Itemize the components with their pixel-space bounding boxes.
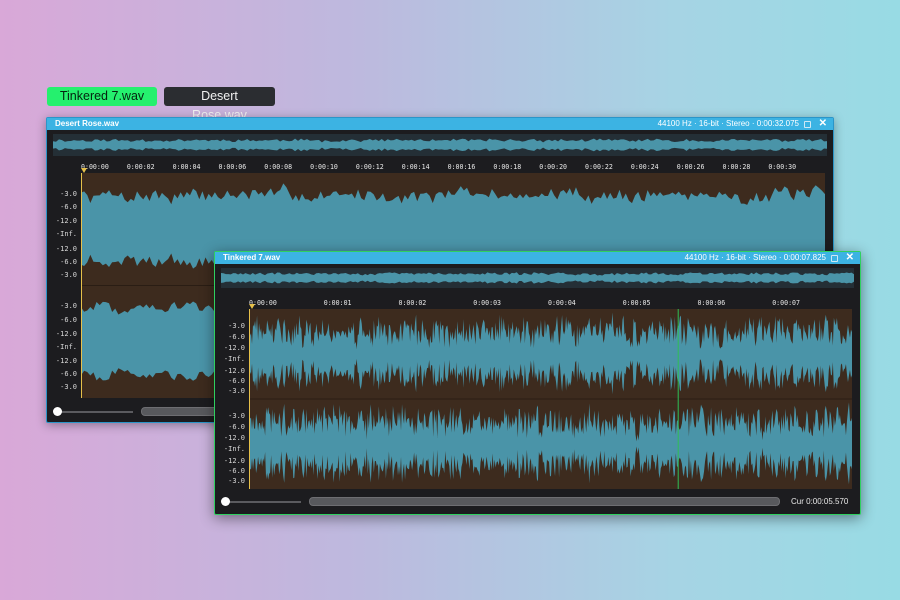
time-tick-label: 0:00:05 (622, 299, 651, 307)
time-tick-label: 0:00:10 (310, 163, 338, 171)
db-level-label: -3.0 (228, 322, 245, 331)
db-level-label: -3.0 (228, 412, 245, 421)
time-tick-label: 0:00:20 (539, 163, 568, 171)
editor-window-tinkered-7: Tinkered 7.wav 44100 Hz · 16-bit · Stere… (214, 251, 861, 515)
window-title: Desert Rose.wav (55, 119, 120, 128)
time-tick-label: 0:00:22 (585, 163, 613, 171)
time-ruler[interactable]: 0:00:00 0:00:01 0:00:02 0:00:03 0:00:04 0:00:… (249, 297, 852, 309)
db-level-label: -12.0 (55, 357, 77, 366)
overview-waveform[interactable] (221, 268, 854, 288)
time-tick-label: 0:00:04 (547, 299, 576, 307)
channel-waveform (249, 312, 852, 395)
horizontal-scrollbar[interactable] (309, 497, 780, 506)
db-level-label: -12.0 (55, 244, 77, 253)
close-icon[interactable]: ✕ (846, 252, 854, 264)
cursor-position: Cur 0:00:05.570 (791, 497, 849, 506)
window-title: Tinkered 7.wav (223, 253, 281, 262)
volume-knob-icon[interactable] (53, 407, 62, 416)
time-tick-label: 0:00:28 (722, 163, 751, 171)
db-level-label: -12.0 (55, 329, 77, 338)
db-level-label: -6.0 (60, 370, 77, 379)
db-level-label: -6.0 (60, 203, 77, 212)
lock-icon[interactable] (831, 255, 838, 262)
time-tick-label: 0:00:18 (493, 163, 522, 171)
db-level-label: -Inf. (223, 354, 245, 363)
db-level-label: -12.0 (55, 217, 77, 226)
time-tick-label: 0:00:03 (473, 299, 502, 307)
db-level-label: -6.0 (228, 423, 245, 432)
overview-waveform[interactable] (53, 134, 827, 156)
time-tick-label: 0:00:16 (447, 163, 476, 171)
time-tick-label: 0:00:02 (398, 299, 427, 307)
close-icon[interactable]: ✕ (819, 118, 827, 130)
waveform-view[interactable] (249, 309, 852, 489)
db-scale: -3.0 -6.0 -12.0 -Inf. -12.0 -6.0 -3.0 -3.0 -6.0-… (219, 309, 247, 489)
db-level-label: -3.0 (60, 270, 77, 279)
transport-bar: Cur 0:00:05.570 (215, 492, 860, 512)
db-level-label: -3.0 (228, 387, 245, 396)
time-ruler[interactable]: 0:00:00 0:00:02 0:00:04 0:00:06 0:00:08 0:00:… (81, 161, 825, 173)
window-title-bar[interactable]: Desert Rose.wav 44100 Hz · 16-bit · Ster… (47, 118, 833, 130)
db-level-label: -3.0 (60, 302, 77, 311)
lock-icon[interactable] (804, 121, 811, 128)
time-tick-label: 0:00:30 (768, 163, 797, 171)
db-level-label: -6.0 (60, 315, 77, 324)
db-level-label: -12.0 (223, 456, 245, 465)
db-level-label: -6.0 (228, 466, 245, 475)
time-tick-label: 0:00:01 (323, 299, 352, 307)
db-scale: -3.0 -6.0 -12.0 -Inf. -12.0 -6.0 -3.0 -3.0 -6.0 -… (51, 173, 79, 398)
db-level-label: -12.0 (223, 366, 245, 375)
overview-shape (53, 138, 827, 152)
db-level-label: -3.0 (60, 383, 77, 392)
time-tick-label: 0:00:14 (401, 163, 430, 171)
db-level-label: -12.0 (223, 344, 245, 353)
db-level-label: -6.0 (60, 257, 77, 266)
overview-shape (221, 272, 854, 284)
volume-slider-track[interactable] (225, 501, 301, 503)
time-tick-label: 0:00:07 (772, 299, 800, 307)
db-level-label: -3.0 (228, 477, 245, 486)
time-tick-label: 0:00:12 (355, 163, 384, 171)
time-tick-label: 0:00:08 (264, 163, 293, 171)
time-tick-label: 0:00:06 (697, 299, 726, 307)
db-level-label: -Inf. (55, 230, 77, 239)
file-info: 44100 Hz · 16-bit · Stereo · 0:00:07.825 (684, 253, 826, 262)
file-info: 44100 Hz · 16-bit · Stereo · 0:00:32.075 (657, 119, 799, 128)
channel-waveform (249, 402, 852, 485)
tab-desert-rose[interactable]: Desert Rose.wav (164, 87, 275, 122)
window-title-bar[interactable]: Tinkered 7.wav 44100 Hz · 16-bit · Stere… (215, 252, 860, 264)
volume-knob-icon[interactable] (221, 497, 230, 506)
tab-tinkered-7[interactable]: Tinkered 7.wav (47, 87, 157, 106)
db-level-label: -6.0 (228, 333, 245, 342)
time-tick-label: 0:00:02 (126, 163, 155, 171)
volume-slider-track[interactable] (57, 411, 133, 413)
db-level-label: -3.0 (60, 189, 77, 198)
time-tick-label: 0:00:04 (172, 163, 201, 171)
db-level-label: -Inf. (55, 342, 77, 351)
db-level-label: -12.0 (223, 434, 245, 443)
db-level-label: -6.0 (228, 376, 245, 385)
time-tick-label: 0:00:24 (630, 163, 659, 171)
time-tick-label: 0:00:26 (676, 163, 705, 171)
db-level-label: -Inf. (223, 444, 245, 453)
time-tick-label: 0:00:06 (218, 163, 247, 171)
